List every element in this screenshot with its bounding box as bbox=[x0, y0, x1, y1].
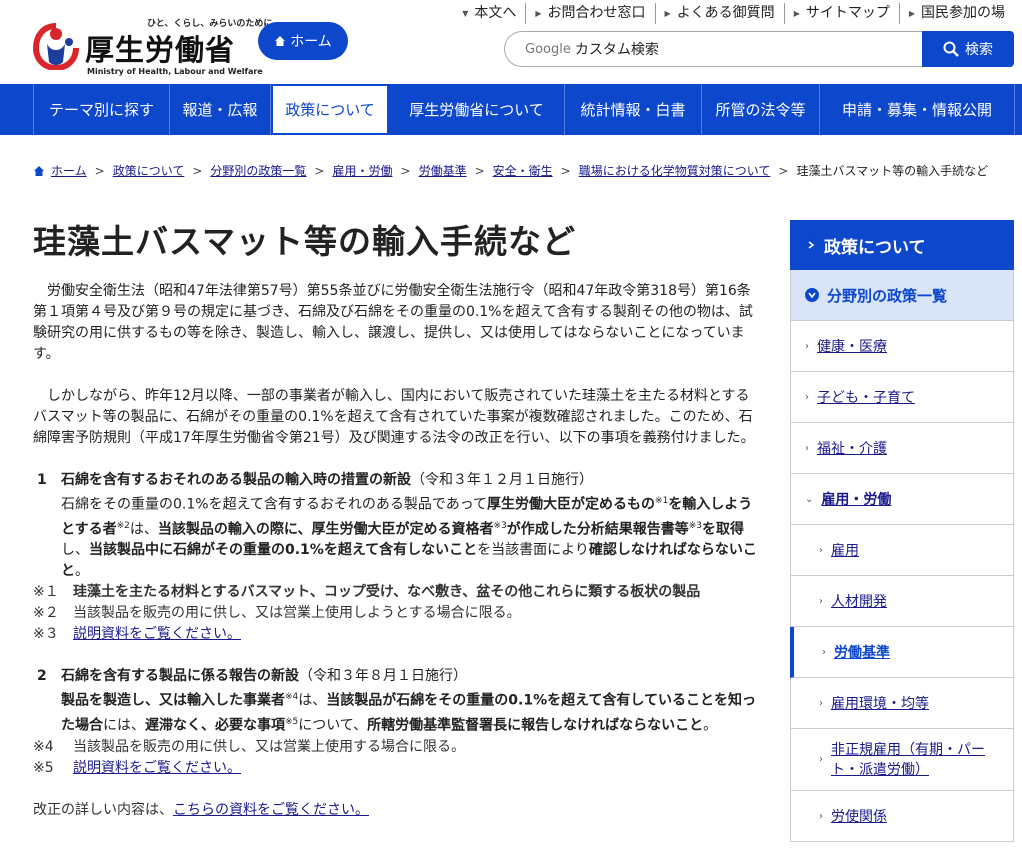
breadcrumb-current: 珪藻土バスマット等の輸入手続など bbox=[796, 164, 989, 178]
page-title: 珪藻土バスマット等の輸入手続など bbox=[33, 222, 577, 261]
home-button-label: ホーム bbox=[290, 34, 332, 50]
section-1-heading: 1 石綿を含有するおそれのある製品の輸入時の措置の新設（令和３年１２月１日施行） bbox=[37, 472, 593, 488]
breadcrumb-link[interactable]: ホーム bbox=[51, 162, 87, 179]
sidebar-subitem-equal-employment[interactable]: › 雇用環境・均等 bbox=[790, 678, 1014, 729]
footnote-1: ※１ 珪藻土を主たる材料とするバスマット、コップ受け、なべ敷き、盆その他これらに類… bbox=[33, 584, 701, 601]
chevron-right-icon: › bbox=[805, 442, 809, 454]
chevron-right-icon: › bbox=[819, 810, 823, 822]
site-header: ひと、くらし、みらいのために 厚生労働省 Ministry of Health,… bbox=[0, 0, 1022, 84]
triangle-right-icon: ▶ bbox=[664, 9, 671, 18]
gnav-laws[interactable]: 所管の法令等 bbox=[702, 84, 820, 135]
details-link[interactable]: こちらの資料をご覧ください。 bbox=[173, 800, 369, 821]
sidebar-subitem-human-resources[interactable]: › 人材開発 bbox=[790, 576, 1014, 627]
house-icon bbox=[34, 165, 44, 176]
chevron-right-icon: › bbox=[819, 753, 823, 765]
gnav-press[interactable]: 報道・広報 bbox=[170, 84, 271, 135]
search-brand: Google bbox=[525, 41, 571, 57]
site-search: Google カスタム検索 検索 bbox=[504, 31, 1014, 67]
util-link-contact[interactable]: ▶ お問合わせ窓口 bbox=[525, 3, 654, 24]
section-item-2: 2 石綿を含有する製品に係る報告の新設（令和３年８月１日施行） 製品を製造し、又は… bbox=[33, 666, 758, 736]
details-line: 改正の詳しい内容は、 こちらの資料をご覧ください。 bbox=[33, 800, 758, 821]
gnav-policy[interactable]: 政策について bbox=[271, 84, 389, 135]
search-button-label: 検索 bbox=[965, 42, 993, 58]
explanation-link[interactable]: 説明資料をご覧ください。 bbox=[73, 758, 241, 779]
breadcrumb: ホーム > 政策について > 分野別の政策一覧 > 雇用・労働 > 労働基準 > 安全・衛… bbox=[33, 162, 988, 179]
logo-name: 厚生労働省 bbox=[85, 33, 236, 67]
footnote-3: ※３ 説明資料をご覧ください。 bbox=[33, 624, 758, 645]
breadcrumb-link[interactable]: 労働基準 bbox=[419, 162, 467, 179]
footnote-4: ※4 当該製品を販売の用に供し、又は営業上使用する場合に限る。 bbox=[33, 738, 465, 755]
breadcrumb-separator: > bbox=[192, 163, 203, 178]
search-icon bbox=[943, 41, 959, 57]
util-link-faq[interactable]: ▶ よくある御質問 bbox=[654, 3, 784, 24]
footnote-2: ※２ 当該製品を販売の用に供し、又は営業上使用しようとする場合に限る。 bbox=[33, 605, 521, 622]
util-link-main-content[interactable]: ▼ 本文へ bbox=[453, 3, 525, 24]
section-1-body: 石綿をその重量の0.1%を超えて含有するおそれのある製品であって厚生労働大臣が定… bbox=[61, 496, 757, 580]
breadcrumb-link[interactable]: 職場における化学物質対策について bbox=[579, 162, 771, 179]
sidebar-category[interactable]: 分野別の政策一覧 bbox=[790, 270, 1014, 321]
triangle-down-icon: ▼ bbox=[462, 9, 469, 18]
footnote-5: ※5 説明資料をご覧ください。 bbox=[33, 758, 758, 779]
chevron-right-icon: › bbox=[822, 646, 826, 658]
gnav-themes[interactable]: テーマ別に探す bbox=[33, 84, 170, 135]
breadcrumb-link[interactable]: 政策について bbox=[113, 162, 185, 179]
sidebar-subitem-employment[interactable]: › 雇用 bbox=[790, 525, 1014, 576]
intro-paragraph-2: しかしながら、昨年12月以降、一部の事業者が輸入し、国内において販売されていた珪… bbox=[33, 388, 755, 446]
gnav-statistics[interactable]: 統計情報・白書 bbox=[565, 84, 702, 135]
triangle-right-icon: ▶ bbox=[908, 9, 915, 18]
breadcrumb-link[interactable]: 安全・衛生 bbox=[493, 162, 553, 179]
ministry-logo-mark-icon bbox=[33, 23, 79, 70]
breadcrumb-separator: > bbox=[474, 163, 485, 178]
chevron-down-icon: ⌄ bbox=[805, 493, 814, 505]
breadcrumb-separator: > bbox=[400, 163, 411, 178]
chevron-right-icon: › bbox=[819, 697, 823, 709]
breadcrumb-separator: > bbox=[560, 163, 571, 178]
sidebar-item-employment[interactable]: ⌄ 雇用・労働 bbox=[790, 474, 1014, 525]
main-content: 珪藻土バスマット等の輸入手続など 労働安全衛生法（昭和47年法律第57号）第55… bbox=[33, 215, 758, 821]
util-link-participation[interactable]: ▶ 国民参加の場 bbox=[898, 3, 1014, 24]
house-icon bbox=[275, 36, 286, 46]
chevron-right-icon bbox=[804, 238, 818, 252]
chevron-right-icon: › bbox=[819, 544, 823, 556]
triangle-right-icon: ▶ bbox=[793, 9, 800, 18]
gnav-about-ministry[interactable]: 厚生労働省について bbox=[389, 84, 565, 135]
sidebar: 政策について 分野別の政策一覧 › 健康・医療 › 子ども・子育て › 福祉・介護 ⌄… bbox=[790, 220, 1014, 842]
search-placeholder: カスタム検索 bbox=[574, 42, 659, 58]
section-2-body: 製品を製造し、又は輸入した事業者※4は、当該製品が石綿をその重量の0.1%を超え… bbox=[61, 692, 756, 734]
chevron-down-icon bbox=[805, 288, 819, 302]
section-2-heading: 2 石綿を含有する製品に係る報告の新設（令和３年８月１日施行） bbox=[37, 668, 467, 685]
sidebar-subitem-labor-standards[interactable]: › 労働基準 bbox=[790, 627, 1014, 678]
breadcrumb-separator: > bbox=[778, 163, 789, 178]
section-item-1: 1 石綿を含有するおそれのある製品の輸入時の措置の新設（令和３年１２月１日施行） … bbox=[33, 470, 758, 582]
breadcrumb-separator: > bbox=[94, 163, 105, 178]
triangle-right-icon: ▶ bbox=[535, 9, 542, 18]
global-nav: テーマ別に探す 報道・広報 政策について 厚生労働省について 統計情報・白書 所… bbox=[0, 84, 1022, 135]
sidebar-item-children[interactable]: › 子ども・子育て bbox=[790, 372, 1014, 423]
gnav-applications[interactable]: 申請・募集・情報公開 bbox=[820, 84, 1015, 135]
chevron-right-icon: › bbox=[819, 595, 823, 607]
sidebar-heading[interactable]: 政策について bbox=[790, 220, 1014, 270]
explanation-link[interactable]: 説明資料をご覧ください。 bbox=[73, 624, 241, 645]
sidebar-subitem-labor-relations[interactable]: › 労使関係 bbox=[790, 791, 1014, 842]
breadcrumb-link[interactable]: 雇用・労働 bbox=[332, 162, 392, 179]
util-link-sitemap[interactable]: ▶ サイトマップ bbox=[783, 3, 899, 24]
sidebar-subitem-non-regular[interactable]: › 非正規雇用（有期・パート・派遣労働） bbox=[790, 729, 1014, 791]
search-button[interactable]: 検索 bbox=[922, 31, 1014, 67]
sidebar-item-welfare[interactable]: › 福祉・介護 bbox=[790, 423, 1014, 474]
breadcrumb-link[interactable]: 分野別の政策一覧 bbox=[210, 162, 306, 179]
intro-paragraph-1: 労働安全衛生法（昭和47年法律第57号）第55条並びに労働安全衛生法施行令（昭和… bbox=[33, 283, 753, 362]
search-input[interactable]: Google カスタム検索 bbox=[504, 31, 924, 67]
home-button[interactable]: ホーム bbox=[258, 22, 348, 60]
site-logo[interactable]: ひと、くらし、みらいのために 厚生労働省 Ministry of Health,… bbox=[33, 14, 272, 76]
utility-nav: ▼ 本文へ ▶ お問合わせ窓口 ▶ よくある御質問 ▶ サイトマップ ▶ 国民参加の場 bbox=[453, 3, 1014, 24]
chevron-right-icon: › bbox=[805, 391, 809, 403]
chevron-right-icon: › bbox=[805, 340, 809, 352]
logo-english-name: Ministry of Health, Labour and Welfare bbox=[87, 67, 263, 76]
breadcrumb-separator: > bbox=[314, 163, 325, 178]
sidebar-item-health[interactable]: › 健康・医療 bbox=[790, 321, 1014, 372]
